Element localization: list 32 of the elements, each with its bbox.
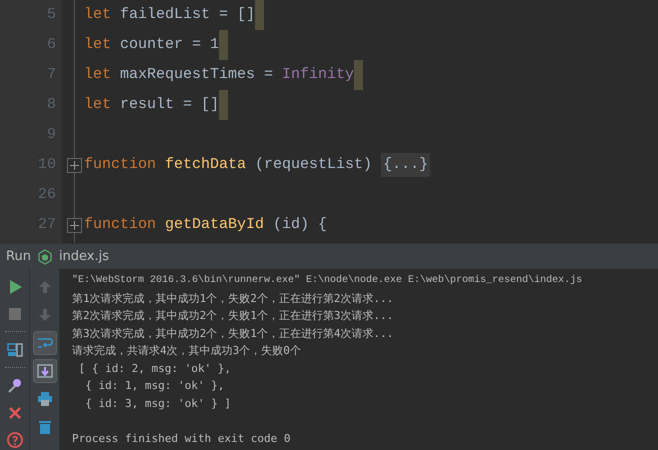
nodejs-icon	[36, 248, 53, 264]
console-line: [ { id: 2, msg: 'ok' },	[78, 360, 232, 376]
console-line: { id: 3, msg: 'ok' } ]	[84, 396, 232, 412]
console-line: Process finished with exit code 0	[72, 430, 292, 446]
code-token: Infinity	[282, 65, 354, 85]
console-line: 第3次请求完成，其中成功2个，失败1个，正在进行第4次请求...	[72, 326, 394, 342]
fold-expand-icon[interactable]	[67, 158, 82, 172]
scroll-to-end-icon[interactable]	[32, 359, 56, 383]
code-token: fetchData	[164, 155, 246, 175]
code-token: let	[84, 35, 112, 55]
console-line: "E:\WebStorm 2016.3.6\bin\runnerw.exe" E:\node\node.exe E:\web\promis_resend\index.js	[72, 274, 584, 288]
console-line: 第2次请求完成，其中成功2个，失败1个，正在进行第3次请求...	[72, 308, 394, 324]
soft-wrap-icon[interactable]	[32, 331, 56, 355]
code-token: let	[84, 5, 112, 25]
code-token: getDataById	[164, 215, 264, 235]
code-token: (id) {	[272, 215, 328, 235]
code-token: failedList = []	[119, 5, 256, 25]
code-token: maxRequestTimes =	[119, 65, 274, 85]
code-token: let	[84, 95, 112, 115]
fold-expand-icon[interactable]	[67, 218, 82, 232]
console-line: 请求完成，共请求4次，其中成功3个，失败0个	[72, 343, 302, 359]
console-line: { id: 1, msg: 'ok' },	[84, 378, 226, 394]
console-line: 第1次请求完成，其中成功1个，失败2个，正在进行第2次请求...	[72, 290, 394, 306]
code-token: function	[84, 215, 156, 235]
code-token: (requestList)	[254, 155, 374, 175]
code-token: let	[84, 65, 112, 85]
panel-title: Run	[6, 249, 31, 264]
folded-code[interactable]: {...}	[381, 153, 430, 177]
code-token: counter = 1	[119, 35, 220, 55]
code-token: result = []	[119, 95, 220, 115]
code-token: function	[84, 155, 156, 175]
run-tab-label[interactable]: index.js	[58, 249, 110, 264]
